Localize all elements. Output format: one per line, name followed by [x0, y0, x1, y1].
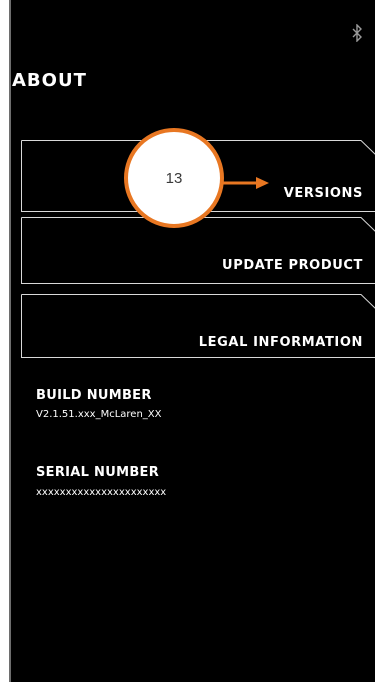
build-number-label: BUILD NUMBER — [36, 388, 152, 403]
serial-number-label: SERIAL NUMBER — [36, 465, 160, 480]
page-title: ABOUT — [12, 70, 87, 91]
button-outline — [21, 217, 375, 284]
bluetooth-icon — [352, 24, 362, 42]
button-outline — [21, 294, 375, 358]
callout-marker: 13 — [124, 128, 224, 228]
legal-information-button[interactable]: LEGAL INFORMATION — [21, 294, 375, 366]
legal-information-label: LEGAL INFORMATION — [198, 335, 363, 350]
versions-label: VERSIONS — [283, 186, 363, 201]
build-number-value: V2.1.51.xxx_McLaren_XX — [36, 409, 162, 420]
update-product-button[interactable]: UPDATE PRODUCT — [21, 217, 375, 289]
update-product-label: UPDATE PRODUCT — [222, 258, 363, 273]
serial-number-value: xxxxxxxxxxxxxxxxxxxxxx — [36, 487, 167, 498]
app-screen: ABOUT VERSIONS UPDATE PRODUCT LEGAL INFO… — [9, 0, 375, 682]
callout-number: 13 — [165, 169, 183, 187]
